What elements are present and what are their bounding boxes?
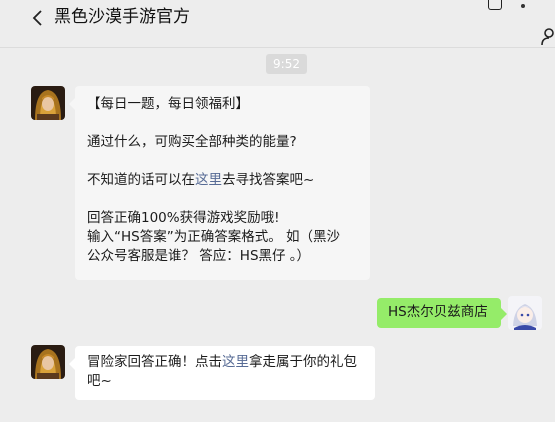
more-icon[interactable]: [521, 4, 529, 12]
incoming-message-bubble[interactable]: 冒险家回答正确！点击这里拿走属于你的礼包 吧~: [69, 346, 375, 400]
chat-header: 黑色沙漠手游官方: [0, 0, 555, 46]
message-text: 回答正确100%获得游戏奖励哦!: [87, 210, 280, 226]
official-account-avatar[interactable]: [31, 86, 65, 120]
message-time: 9:52: [266, 54, 307, 74]
message-text: 输入“HS答案”为正确答案格式。 如（黑沙: [87, 229, 340, 245]
message-text: 不知道的话可以在这里去寻找答案吧~: [87, 172, 315, 188]
outgoing-message-bubble[interactable]: HS杰尔贝兹商店: [377, 298, 507, 328]
message-text: 通过什么，可购买全部种类的能量?: [87, 134, 297, 150]
person-icon[interactable]: [541, 28, 555, 46]
avatar-image: [508, 296, 542, 330]
answer-link[interactable]: 这里: [195, 172, 222, 188]
user-avatar[interactable]: [508, 296, 542, 330]
message-text: HS杰尔贝兹商店: [388, 304, 488, 320]
avatar-image: [31, 86, 65, 120]
message-text: 【每日一题，每日领福利】: [87, 96, 249, 112]
message-text: 吧~: [87, 373, 112, 389]
message-text: 冒险家回答正确！点击这里拿走属于你的礼包: [87, 354, 357, 370]
header-divider: [0, 47, 555, 48]
gift-link[interactable]: 这里: [222, 354, 249, 370]
chevron-left-icon[interactable]: [30, 8, 46, 28]
incoming-message-bubble[interactable]: 【每日一题，每日领福利】 通过什么，可购买全部种类的能量? 不知道的话可以在这里…: [69, 86, 370, 280]
trash-icon[interactable]: [488, 0, 502, 10]
avatar-image: [31, 345, 65, 379]
message-text: 公众号客服是谁？ 答应：HS黑仔 。）: [87, 248, 311, 264]
chat-title: 黑色沙漠手游官方: [54, 7, 190, 27]
official-account-avatar[interactable]: [31, 345, 65, 379]
